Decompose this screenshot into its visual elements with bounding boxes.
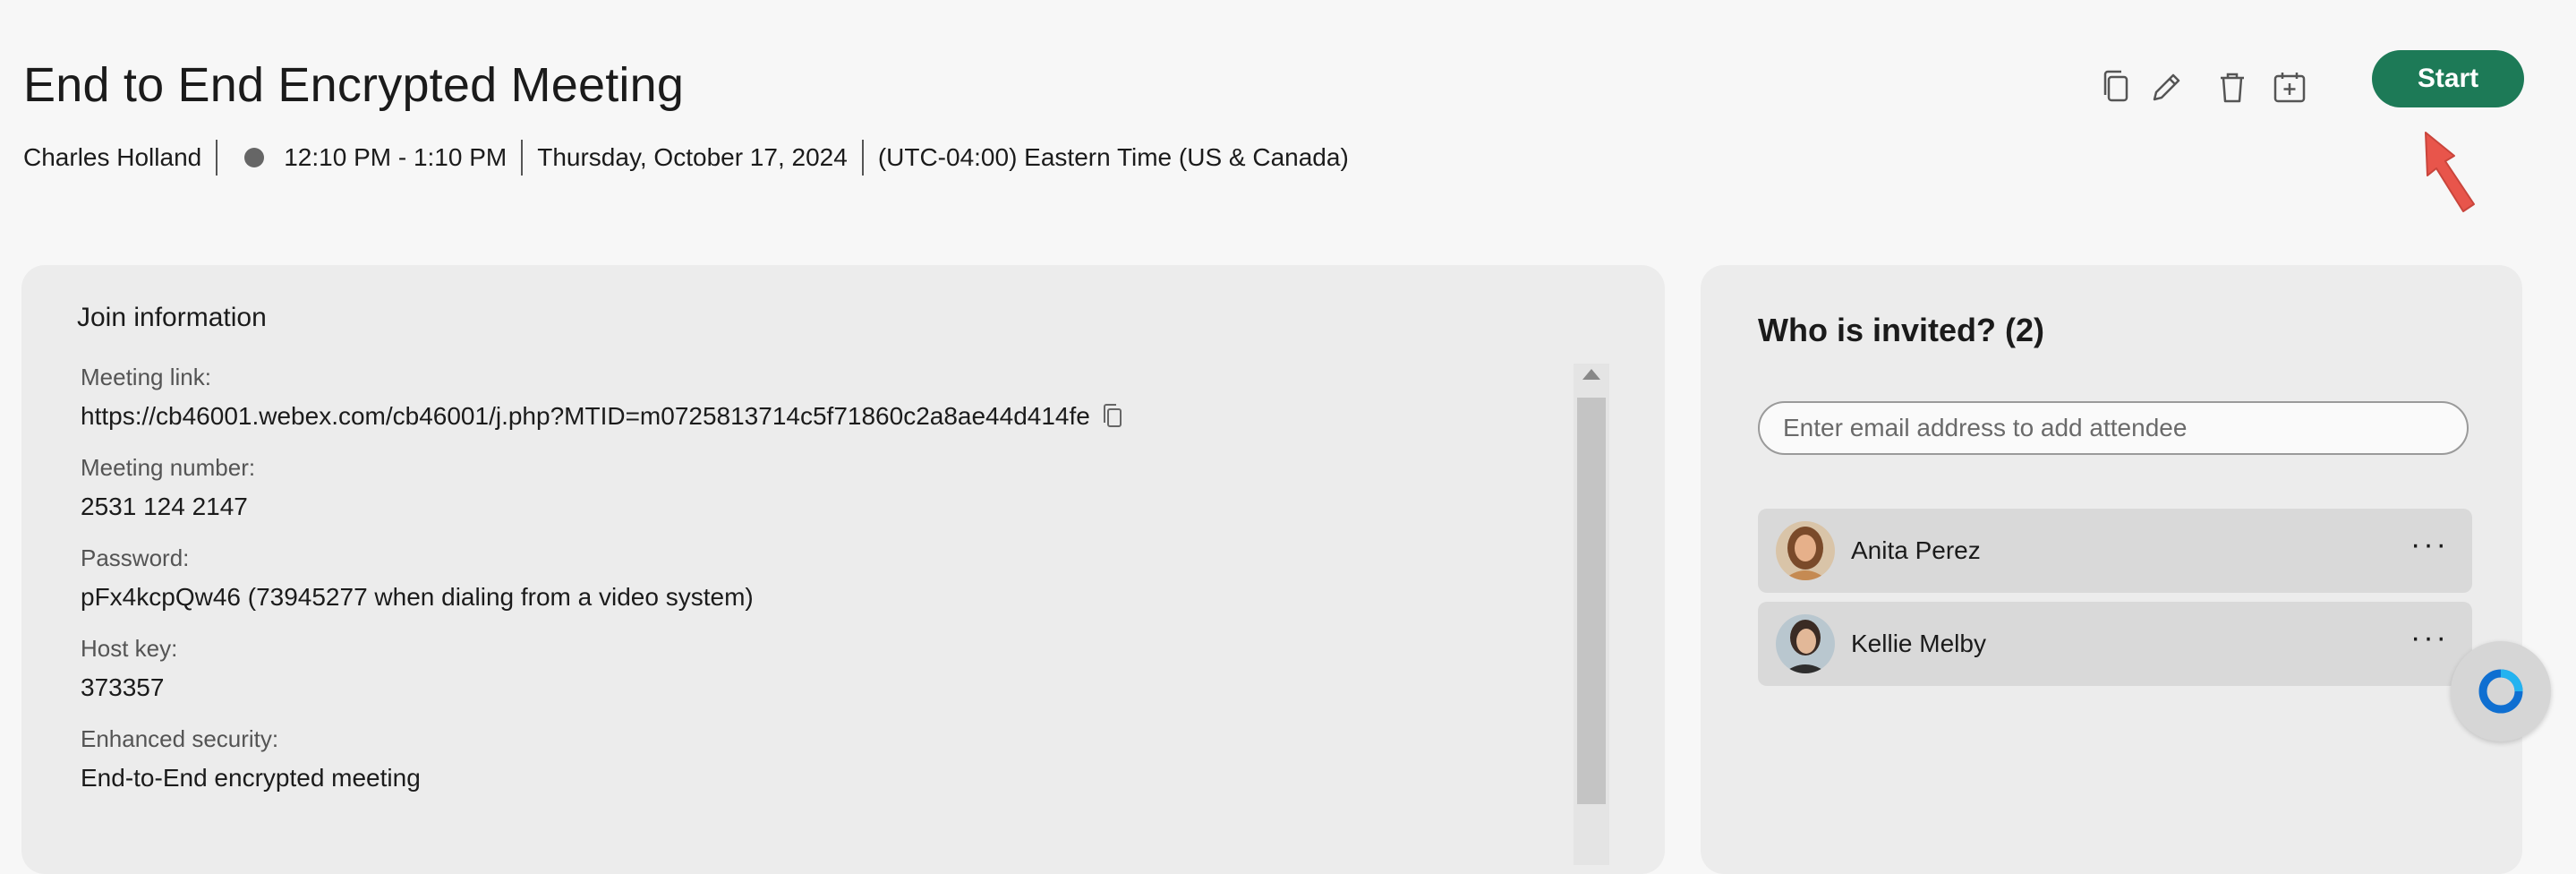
attendee-row[interactable]: Kellie Melby ··· [1758,602,2472,686]
meeting-time: 12:10 PM - 1:10 PM [284,143,508,171]
host-key-value: 373357 [81,673,165,701]
more-options-icon[interactable]: ··· [2410,622,2449,653]
join-details-list: Meeting link: https://cb46001.webex.com/… [81,364,1584,816]
scrollbar-thumb[interactable] [1577,398,1606,804]
meeting-link-row: https://cb46001.webex.com/cb46001/j.php?… [81,402,1584,431]
scroll-up-arrow-icon[interactable] [1582,369,1600,380]
assistant-icon[interactable] [2451,641,2551,741]
start-meeting-button[interactable]: Start [2372,50,2524,107]
password-field: Password: pFx4kcpQw46 (73945277 when dia… [81,544,1584,612]
divider [861,140,864,176]
divider [521,140,524,176]
field-label: Password: [81,544,190,571]
enhanced-security-value: End-to-End encrypted meeting [81,764,421,792]
field-label: Meeting link: [81,364,211,390]
enhanced-security-field: Enhanced security: End-to-End encrypted … [81,725,1584,793]
meeting-number-field: Meeting number: 2531 124 2147 [81,454,1584,521]
avatar [1776,521,1835,580]
avatar [1776,614,1835,673]
meeting-number: 2531 124 2147 [81,493,248,520]
field-label: Enhanced security: [81,725,279,752]
host-key-field: Host key: 373357 [81,635,1584,702]
more-options-icon[interactable]: ··· [2410,529,2449,560]
edit-icon[interactable] [2145,66,2188,109]
meeting-link[interactable]: https://cb46001.webex.com/cb46001/j.php?… [81,402,1090,431]
divider [216,140,218,176]
field-label: Meeting number: [81,454,256,481]
invitees-panel: Who is invited? (2) Anita Perez ··· Kell… [1701,265,2522,874]
meeting-date: Thursday, October 17, 2024 [537,143,848,171]
attendee-email-input[interactable] [1758,401,2469,455]
add-to-calendar-icon[interactable] [2268,66,2311,109]
host-name: Charles Holland [23,143,202,171]
annotation-arrow-icon [2425,132,2475,212]
meeting-timezone: (UTC-04:00) Eastern Time (US & Canada) [877,143,1349,171]
password-value: pFx4kcpQw46 (73945277 when dialing from … [81,583,754,611]
attendee-row[interactable]: Anita Perez ··· [1758,509,2472,593]
join-info-scrollbar[interactable] [1574,364,1609,865]
copy-link-icon[interactable] [1101,403,1124,430]
meeting-title: End to End Encrypted Meeting [23,58,685,112]
join-information-panel: Join information Meeting link: https://c… [21,265,1665,874]
meeting-details: Charles Holland 12:10 PM - 1:10 PM Thurs… [23,140,1349,176]
attendee-name: Kellie Melby [1851,630,1986,657]
attendee-name: Anita Perez [1851,536,1981,564]
status-dot-icon [244,148,265,167]
delete-icon[interactable] [2211,66,2254,109]
join-information-title: Join information [77,303,267,332]
meeting-link-field: Meeting link: https://cb46001.webex.com/… [81,364,1584,431]
copy-icon[interactable] [2094,66,2137,109]
field-label: Host key: [81,635,178,662]
invitees-title: Who is invited? (2) [1758,312,2044,348]
